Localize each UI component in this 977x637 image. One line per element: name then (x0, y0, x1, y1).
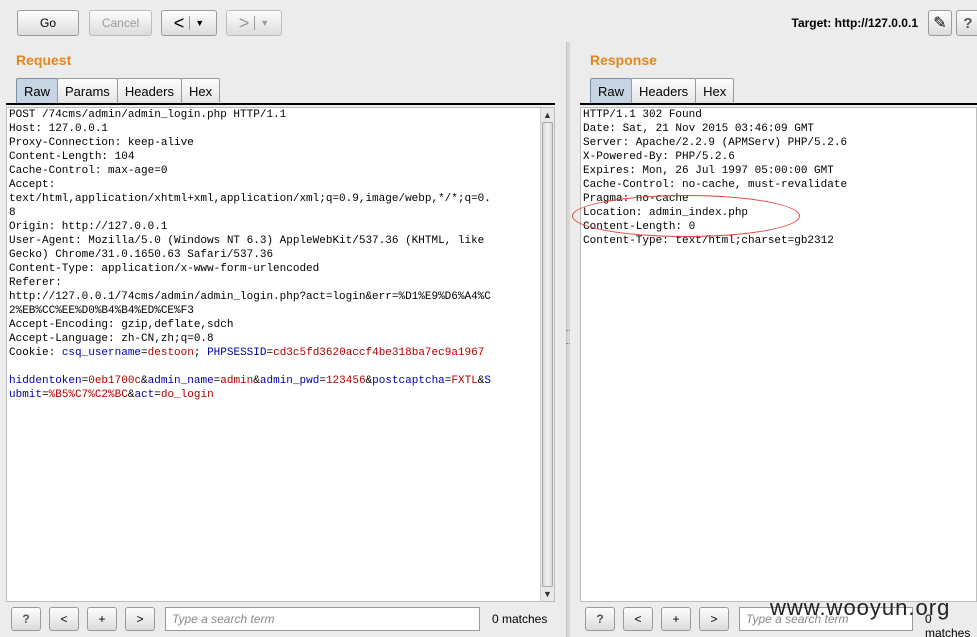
request-search-prev-button[interactable]: < (49, 607, 79, 631)
request-scroll-thumb[interactable] (542, 122, 553, 587)
response-title: Response (590, 52, 657, 68)
request-tab-rule (6, 103, 555, 105)
chevron-down-icon: ▼ (195, 18, 205, 28)
param-value: 123456 (325, 375, 366, 387)
response-search-add-button[interactable]: + (661, 607, 691, 631)
param-key: ubmit (9, 389, 43, 401)
response-line: Cache-Control: no-cache, must-revalidate (583, 179, 848, 191)
response-search-help-button[interactable]: ? (585, 607, 615, 631)
help-button[interactable]: ? (956, 10, 977, 36)
response-line: Location: admin_index.php (583, 207, 749, 219)
param-key: S (484, 375, 492, 387)
request-tab-headers[interactable]: Headers (116, 78, 182, 104)
response-search-prev-button[interactable]: < (623, 607, 653, 631)
request-search-next-button[interactable]: > (125, 607, 155, 631)
request-tab-hex[interactable]: Hex (180, 78, 221, 104)
param-key: postcaptcha (372, 375, 445, 387)
request-search-help-button[interactable]: ? (11, 607, 41, 631)
scroll-up-icon[interactable]: ▲ (541, 108, 554, 122)
request-line: Content-Length: 104 (9, 151, 135, 163)
request-tab-params[interactable]: Params (57, 78, 118, 104)
back-arrow-icon: < (173, 13, 185, 33)
request-line: Content-Type: application/x-www-form-url… (9, 263, 320, 275)
param-value: cd3c5fd3620accf4be318ba7ec9a1967 (273, 347, 485, 359)
request-line: Accept: (9, 179, 56, 191)
edit-target-button[interactable]: ✎ (928, 10, 952, 36)
watermark: www.wooyun.org (770, 595, 951, 620)
target-label: Target: http://127.0.0.1 (791, 16, 918, 30)
response-tab-raw[interactable]: Raw (590, 78, 633, 104)
param-value: FXTL (451, 375, 478, 387)
param-key: act (134, 389, 155, 401)
request-title: Request (16, 52, 72, 68)
response-line: Content-Type: text/html;charset=gb2312 (583, 235, 834, 247)
request-line: POST /74cms/admin/admin_login.php HTTP/1… (9, 109, 287, 121)
param-key: admin_pwd (259, 375, 320, 387)
request-tab-raw[interactable]: Raw (16, 78, 59, 104)
request-editor[interactable]: POST /74cms/admin/admin_login.php HTTP/1… (6, 107, 555, 602)
request-line: Proxy-Connection: keep-alive (9, 137, 194, 149)
pencil-icon: ✎ (933, 15, 947, 32)
request-line: Gecko) Chrome/31.0.1650.63 Safari/537.36 (9, 249, 274, 261)
request-body-line: ubmit=%B5%C7%C2%BC&act=do_login (9, 389, 214, 401)
response-line: Server: Apache/2.2.9 (APMServ) PHP/5.2.6 (583, 137, 848, 149)
response-editor[interactable]: HTTP/1.1 302 Found Date: Sat, 21 Nov 2015… (580, 107, 977, 602)
cancel-button[interactable]: Cancel (89, 10, 152, 36)
divider-grip-icon[interactable] (566, 330, 570, 344)
request-line: Accept-Language: zh-CN,zh;q=0.8 (9, 333, 214, 345)
response-line: Pragma: no-cache (583, 193, 689, 205)
forward-button[interactable]: > ▼ (226, 10, 282, 36)
chevron-down-icon: ▼ (260, 18, 270, 28)
request-scrollbar[interactable]: ▲ ▼ (540, 108, 554, 601)
scroll-down-icon[interactable]: ▼ (541, 587, 554, 601)
param-value: admin (220, 375, 254, 387)
request-line: Origin: http://127.0.0.1 (9, 221, 168, 233)
response-text[interactable]: HTTP/1.1 302 Found Date: Sat, 21 Nov 2015… (581, 108, 976, 248)
request-search-add-button[interactable]: + (87, 607, 117, 631)
request-line: User-Agent: Mozilla/5.0 (Windows NT 6.3)… (9, 235, 485, 247)
response-tab-rule (580, 103, 977, 105)
response-line: Date: Sat, 21 Nov 2015 03:46:09 GMT (583, 123, 815, 135)
request-line: text/html,application/xhtml+xml,applicat… (9, 193, 491, 205)
param-key: csq_username (61, 347, 142, 359)
response-line: X-Powered-By: PHP/5.2.6 (583, 151, 735, 163)
response-line: Content-Length: 0 (583, 221, 696, 233)
back-button[interactable]: < ▼ (161, 10, 217, 36)
param-value: 0eb1700c (88, 375, 142, 387)
param-value: %B5%C7%C2%BC (48, 389, 128, 401)
request-blank-line (9, 360, 554, 374)
request-text[interactable]: POST /74cms/admin/admin_login.php HTTP/1… (7, 108, 554, 402)
response-line: Expires: Mon, 26 Jul 1997 05:00:00 GMT (583, 165, 834, 177)
param-value: destoon (147, 347, 194, 359)
response-tabs: Raw Headers Hex (590, 78, 735, 104)
request-line: http://127.0.0.1/74cms/admin/admin_login… (9, 291, 491, 303)
request-body-line: hiddentoken=0eb1700c&admin_name=admin&ad… (9, 375, 492, 387)
request-line: Referer: (9, 277, 62, 289)
response-search-next-button[interactable]: > (699, 607, 729, 631)
request-line: Cache-Control: max-age=0 (9, 165, 168, 177)
request-line: Host: 127.0.0.1 (9, 123, 109, 135)
help-icon: ? (963, 14, 973, 32)
request-line: 8 (9, 207, 16, 219)
param-value: do_login (160, 389, 214, 401)
forward-arrow-icon: > (238, 13, 250, 33)
go-button[interactable]: Go (17, 10, 79, 36)
request-cookie-line: Cookie: csq_username=destoon; PHPSESSID=… (9, 347, 485, 359)
response-tab-hex[interactable]: Hex (695, 78, 735, 104)
param-key: admin_name (147, 375, 214, 387)
response-line: HTTP/1.1 302 Found (583, 109, 702, 121)
request-tabs: Raw Params Headers Hex (16, 78, 221, 104)
response-tab-headers[interactable]: Headers (631, 78, 697, 104)
param-key: hiddentoken (9, 375, 82, 387)
request-line: Accept-Encoding: gzip,deflate,sdch (9, 319, 234, 331)
request-line: 2%EB%CC%EE%D0%B4%B4%ED%CE%F3 (9, 305, 194, 317)
request-search-input[interactable] (165, 607, 480, 631)
param-key: PHPSESSID (207, 347, 267, 359)
request-matches-count: 0 matches (492, 612, 548, 626)
